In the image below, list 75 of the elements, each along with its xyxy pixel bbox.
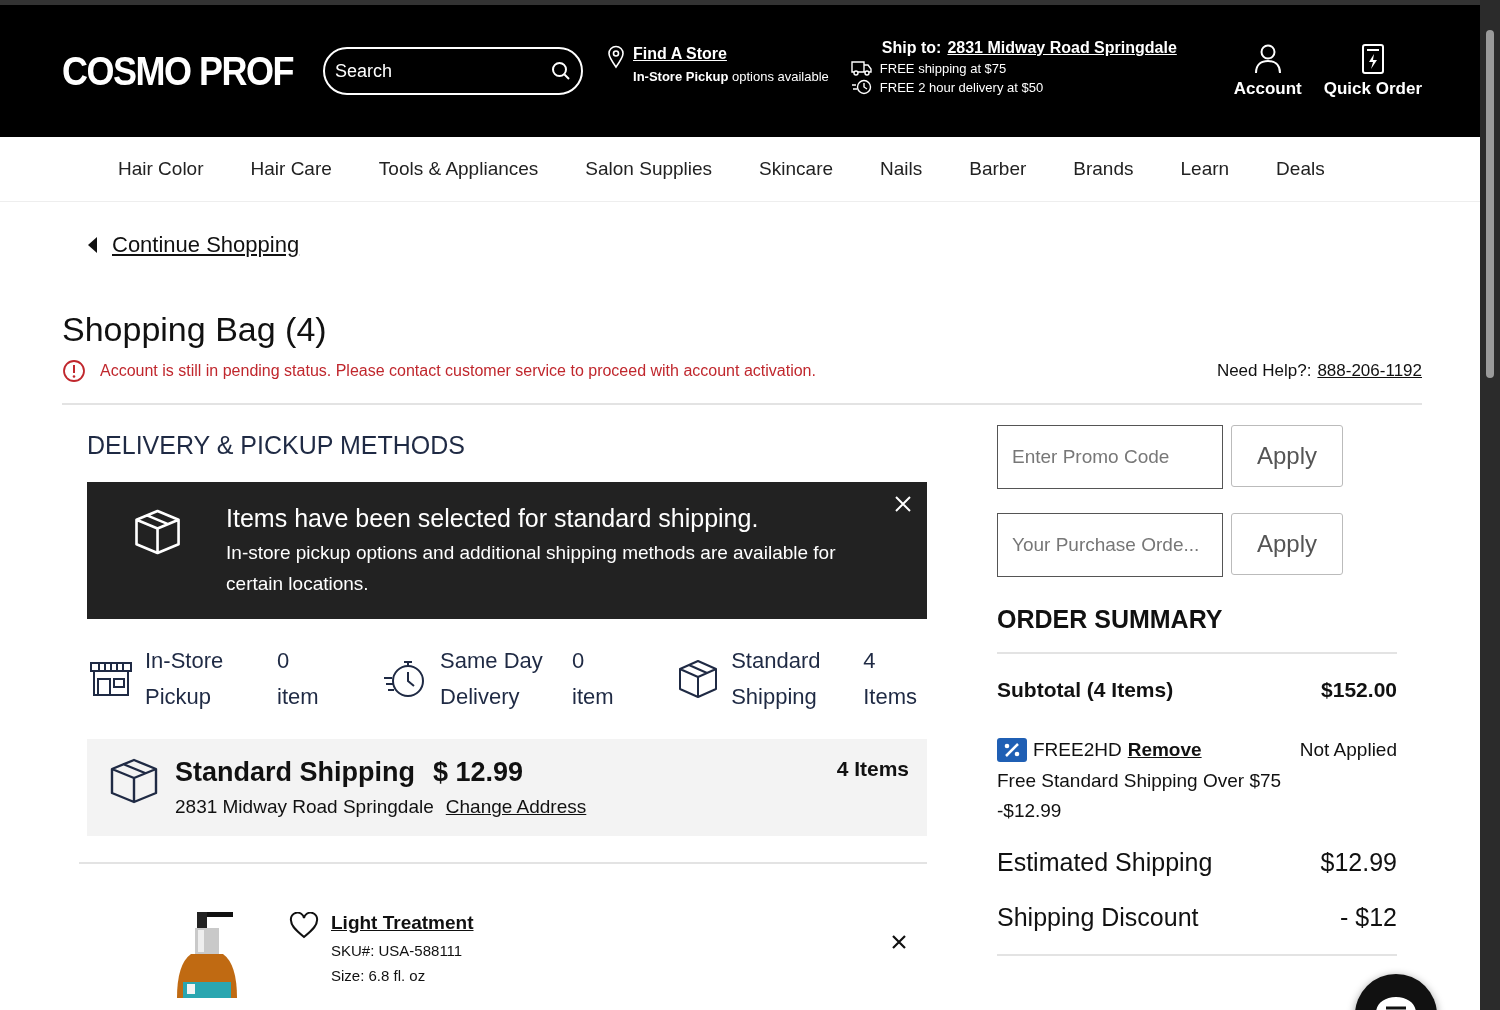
scrollbar-thumb[interactable]	[1486, 30, 1494, 378]
user-icon	[1252, 43, 1283, 75]
continue-shopping-link[interactable]: Continue Shopping	[86, 232, 300, 258]
warning-icon	[62, 359, 86, 383]
ship-to-label: Ship to:	[881, 39, 942, 57]
coupon-status: Not Applied	[1299, 739, 1397, 761]
nav-link[interactable]: Barber	[969, 158, 1027, 180]
nav-link[interactable]: Tools & Appliances	[378, 158, 539, 180]
search-icon[interactable]	[551, 61, 571, 81]
nav-link[interactable]: Brands	[1073, 158, 1134, 180]
purchase-order-field[interactable]: Your Purchase Orde...	[997, 513, 1223, 577]
shipment-price: $ 12.99	[433, 757, 524, 788]
order-summary-heading: ORDER SUMMARY	[997, 605, 1397, 654]
product-sku: SKU#: USA-588111	[331, 942, 464, 959]
method-count: 4 Items	[863, 647, 917, 711]
summary-value: $12.99	[1320, 848, 1397, 877]
alert-message: Account is still in pending status. Please contact customer service to proceed with account activation.	[100, 362, 816, 380]
nav-link[interactable]: Nails	[880, 158, 923, 180]
notice-text: In-store pickup options and additional shipping methods are available for certain locations.	[226, 541, 837, 596]
store-icon	[89, 661, 133, 697]
method-count: 0 item	[572, 647, 614, 711]
pickup-note: In-Store Pickup options available	[633, 68, 829, 84]
shipment-address: 2831 Midway Road Springdale	[175, 796, 434, 818]
nav-link[interactable]: Learn	[1180, 158, 1230, 180]
summary-label: Shipping Discount	[997, 903, 1199, 932]
find-store-link[interactable]: Find A Store	[633, 44, 829, 63]
close-button[interactable]	[893, 494, 913, 514]
shipment-count: 4 Items	[836, 757, 909, 781]
search-field[interactable]: Search	[323, 47, 583, 95]
remove-coupon-link[interactable]: Remove	[1127, 739, 1202, 761]
location-pin-icon	[607, 44, 625, 69]
scrollbar[interactable]	[1480, 0, 1500, 1010]
subtotal-value: $152.00	[1321, 678, 1397, 702]
method-label: Same Day Delivery	[440, 647, 544, 711]
section-heading: DELIVERY & PICKUP METHODS	[87, 431, 466, 460]
nav-link[interactable]: Salon Supplies	[585, 158, 713, 180]
apply-button[interactable]: Apply	[1231, 425, 1343, 487]
caret-icon	[86, 236, 98, 254]
product-size: Size: 6.8 fl. oz	[331, 967, 427, 984]
nav-link[interactable]: Skincare	[759, 158, 834, 180]
shipping-perk: FREE 2 hour delivery at $50	[879, 79, 1044, 95]
summary-value: - $12	[1340, 903, 1397, 932]
method-count: 0 item	[277, 647, 319, 711]
notice-title: Items have been selected for standard shipping.	[226, 504, 760, 533]
box-icon	[109, 757, 159, 805]
lightning-document-icon	[1360, 43, 1385, 75]
method-label: In-Store Pickup	[145, 647, 225, 711]
logo[interactable]: COSMO PROF	[62, 46, 293, 96]
heart-icon[interactable]	[289, 912, 319, 940]
discount-tag-icon	[997, 738, 1027, 762]
product-name-link[interactable]: Light Treatment	[331, 912, 879, 934]
summary-label: Estimated Shipping	[997, 848, 1213, 877]
box-icon	[677, 658, 720, 700]
subtotal-label: Subtotal (4 Items)	[997, 678, 1174, 702]
ship-address-link[interactable]: 2831 Midway Road Springdale	[947, 39, 1177, 57]
clock-icon	[850, 79, 873, 95]
coupon-code: FREE2HD	[1033, 739, 1122, 761]
method-label: Standard Shipping	[731, 647, 822, 711]
promo-code-field[interactable]: Enter Promo Code	[997, 425, 1223, 489]
quick-order-link[interactable]: Quick Order	[1323, 43, 1422, 99]
shipping-perk: FREE shipping at $75	[879, 60, 1007, 76]
change-address-link[interactable]: Change Address	[445, 796, 587, 818]
truck-icon	[850, 60, 873, 76]
phone-link[interactable]: 888-206-1192	[1317, 361, 1422, 381]
coupon-description: Free Standard Shipping Over $75	[997, 770, 1283, 792]
help-label: Need Help?:	[1216, 361, 1312, 381]
nav-link[interactable]: Hair Care	[250, 158, 332, 180]
coupon-amount: -$12.99	[997, 800, 1063, 822]
apply-button[interactable]: Apply	[1231, 513, 1343, 575]
page-title: Shopping Bag (4)	[62, 310, 328, 349]
nav-link[interactable]: Deals	[1276, 158, 1325, 180]
account-link[interactable]: Account	[1233, 43, 1302, 99]
nav-link[interactable]: Hair Color	[118, 158, 204, 180]
shipment-title: Standard Shipping	[175, 757, 415, 788]
remove-item-button[interactable]	[891, 934, 907, 950]
